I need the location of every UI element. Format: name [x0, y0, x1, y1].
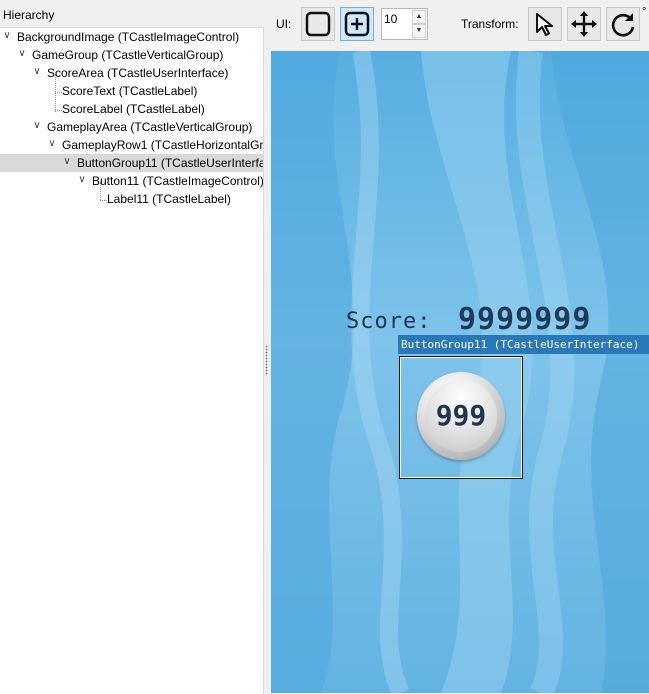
ui-tools-label: UI: [276, 17, 292, 31]
tree-item-scorearea[interactable]: ∨ ScoreArea (TCastleUserInterface) [0, 64, 263, 82]
tree-item-gameplayrow1[interactable]: ∨ GameplayRow1 (TCastleHorizontalGroup) [0, 136, 263, 154]
tree-item-label: ScoreLabel (TCastleLabel) [62, 102, 205, 116]
editor-toolbar: UI: ▲ ▼ Transform: [270, 0, 649, 50]
design-viewport[interactable]: Score: 9999999 ButtonGroup11 (TCastleUse… [271, 51, 649, 693]
splitter-handle[interactable] [265, 345, 268, 375]
spin-down-arrow-icon[interactable]: ▼ [412, 24, 426, 38]
game-button-11[interactable]: 999 [417, 372, 505, 460]
degree-sign: ° [642, 6, 647, 18]
tree-item-buttongroup11[interactable]: ∨ ButtonGroup11 (TCastleUserInterface) [0, 154, 263, 172]
tree-item-scorelabel[interactable]: ScoreLabel (TCastleLabel) [0, 100, 263, 118]
tree-item-label11[interactable]: Label11 (TCastleLabel) [0, 190, 263, 208]
tree-item-label: GameplayRow1 (TCastleHorizontalGroup) [62, 138, 264, 152]
move-transform-button[interactable] [567, 7, 601, 41]
chevron-down-icon[interactable]: ∨ [62, 155, 72, 169]
chevron-down-icon[interactable]: ∨ [2, 29, 12, 43]
tree-item-label: GameGroup (TCastleVerticalGroup) [32, 48, 224, 62]
tree-item-gamegroup[interactable]: ∨ GameGroup (TCastleVerticalGroup) [0, 46, 263, 64]
spinner-arrows: ▲ ▼ [412, 10, 426, 38]
button-label: 999 [435, 399, 487, 432]
tree-item-label: Button11 (TCastleImageControl) [92, 174, 264, 188]
tree-item-label: ScoreText (TCastleLabel) [62, 84, 198, 98]
chevron-down-icon[interactable]: ∨ [77, 173, 87, 187]
rotate-transform-button[interactable]: ° [606, 6, 646, 41]
tree-item-label: GameplayArea (TCastleVerticalGroup) [47, 120, 253, 134]
selection-name-tag: ButtonGroup11 (TCastleUserInterface) [398, 335, 649, 354]
tree-item-backgroundimage[interactable]: ∨ BackgroundImage (TCastleImageControl) [0, 28, 263, 46]
chevron-down-icon[interactable]: ∨ [32, 119, 42, 133]
tree-item-button11[interactable]: ∨ Button11 (TCastleImageControl) [0, 172, 263, 190]
square-icon [305, 11, 331, 37]
select-transform-button[interactable] [528, 7, 562, 41]
hierarchy-title: Hierarchy [3, 8, 55, 22]
rotate-icon [611, 13, 635, 37]
chevron-down-icon[interactable]: ∨ [17, 47, 27, 61]
snap-value-input[interactable] [384, 11, 412, 27]
select-ui-button[interactable] [301, 7, 335, 41]
tree-item-gameplayarea[interactable]: ∨ GameplayArea (TCastleVerticalGroup) [0, 118, 263, 136]
hierarchy-tree[interactable]: ∨ BackgroundImage (TCastleImageControl) … [0, 27, 264, 694]
move-arrows-icon [571, 11, 597, 37]
spin-up-arrow-icon[interactable]: ▲ [412, 10, 426, 24]
tree-item-label: ButtonGroup11 (TCastleUserInterface) [77, 156, 264, 170]
tree-item-label: BackgroundImage (TCastleImageControl) [17, 30, 240, 44]
plus-square-icon [344, 11, 370, 37]
snap-spinner[interactable]: ▲ ▼ [381, 8, 428, 40]
transform-tools-label: Transform: [461, 17, 519, 31]
chevron-down-icon[interactable]: ∨ [32, 65, 42, 79]
chevron-down-icon[interactable]: ∨ [47, 137, 57, 151]
hierarchy-panel: Hierarchy ∨ BackgroundImage (TCastleImag… [0, 0, 264, 694]
tree-item-scoretext[interactable]: ScoreText (TCastleLabel) [0, 82, 263, 100]
tree-item-label: Label11 (TCastleLabel) [107, 192, 231, 206]
tree-item-label: ScoreArea (TCastleUserInterface) [47, 66, 229, 80]
score-text: 9999999 [458, 302, 592, 337]
score-label: Score: [346, 309, 432, 334]
cursor-arrow-icon [536, 13, 553, 36]
add-ui-button[interactable] [340, 7, 374, 41]
